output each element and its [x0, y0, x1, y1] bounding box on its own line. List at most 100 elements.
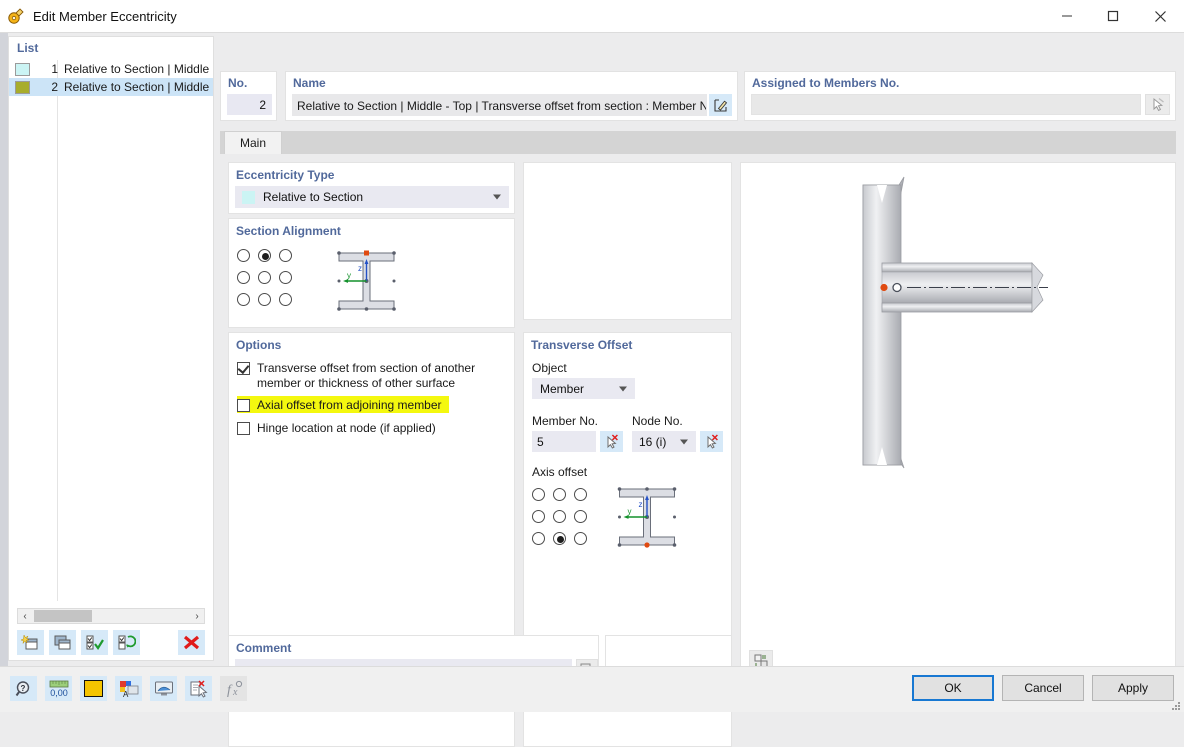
- list-toolbar: [17, 628, 205, 656]
- maximize-button[interactable]: [1090, 0, 1136, 32]
- section-alignment-preview: z y: [329, 245, 404, 328]
- list-rows: 1 Relative to Section | Middle - To 2 Re…: [9, 60, 213, 601]
- member-pick-cursor-icon[interactable]: [600, 431, 623, 452]
- window-title: Edit Member Eccentricity: [33, 8, 177, 24]
- section-alignment-radio-r1c3[interactable]: [279, 249, 292, 262]
- svg-text:0,00: 0,00: [50, 688, 68, 698]
- option-transverse-offset-label: Transverse offset from section of anothe…: [257, 361, 476, 390]
- list-item-number: 1: [51, 62, 58, 76]
- scroll-left-icon[interactable]: ‹: [18, 611, 32, 622]
- pick-cursor-icon[interactable]: [1145, 94, 1170, 115]
- bottom-toolbar: ? 0,00 A f x: [10, 676, 247, 701]
- dialog-buttons: OK Cancel Apply: [912, 675, 1174, 701]
- axis-offset-radio-grid[interactable]: [532, 488, 595, 554]
- member-no-input[interactable]: 5: [532, 431, 596, 452]
- axis-offset-radio-r3c3[interactable]: [574, 532, 587, 545]
- option-hinge-location[interactable]: Hinge location at node (if applied): [237, 419, 497, 436]
- ok-button[interactable]: OK: [912, 675, 994, 701]
- tab-main[interactable]: Main: [224, 131, 282, 154]
- section-alignment-panel: Section Alignment z y: [228, 218, 515, 328]
- assigned-members-input[interactable]: [751, 94, 1141, 115]
- eccentricity-type-label: Eccentricity Type: [236, 168, 335, 182]
- eccentricity-type-select[interactable]: Relative to Section: [235, 186, 509, 208]
- color-swatch-icon[interactable]: [80, 676, 107, 701]
- list-horizontal-scrollbar[interactable]: ‹ ›: [17, 608, 205, 624]
- view-monitor-icon[interactable]: [150, 676, 177, 701]
- chevron-down-icon: [493, 194, 501, 200]
- axis-offset-radio-r2c3[interactable]: [574, 510, 587, 523]
- section-alignment-label: Section Alignment: [236, 224, 341, 238]
- cancel-button-label: Cancel: [1024, 681, 1062, 695]
- scrollbar-thumb[interactable]: [34, 610, 92, 622]
- apply-button-label: Apply: [1117, 681, 1149, 695]
- svg-text:?: ?: [20, 684, 25, 693]
- list-item-number: 2: [51, 80, 58, 94]
- name-label: Name: [293, 76, 326, 90]
- clear-selection-icon[interactable]: [185, 676, 212, 701]
- node-pick-cursor-icon[interactable]: [700, 431, 723, 452]
- section-alignment-radio-r1c1[interactable]: [237, 249, 250, 262]
- node-no-label: Node No.: [632, 414, 683, 428]
- minimize-button[interactable]: [1044, 0, 1090, 32]
- section-alignment-radio-r2c1[interactable]: [237, 271, 250, 284]
- new-eccentricity-button[interactable]: [17, 629, 44, 655]
- node-no-select[interactable]: 16 (i): [632, 431, 696, 452]
- list-item[interactable]: 1 Relative to Section | Middle - To: [9, 60, 213, 78]
- svg-text:x: x: [232, 687, 238, 698]
- scroll-right-icon[interactable]: ›: [190, 611, 204, 622]
- assigned-members-block: Assigned to Members No.: [744, 71, 1176, 121]
- transverse-offset-label: Transverse Offset: [531, 338, 633, 352]
- chevron-down-icon: [680, 439, 688, 444]
- eccentricity-type-value: Relative to Section: [263, 190, 364, 204]
- axis-offset-radio-r2c1[interactable]: [532, 510, 545, 523]
- option-transverse-offset[interactable]: Transverse offset from section of anothe…: [237, 361, 507, 391]
- edit-pencil-icon[interactable]: [709, 94, 732, 116]
- copy-eccentricity-button[interactable]: [49, 629, 76, 655]
- help-magnifier-icon[interactable]: ?: [10, 676, 37, 701]
- axis-offset-radio-r1c3[interactable]: [574, 488, 587, 501]
- section-alignment-radio-r2c3[interactable]: [279, 271, 292, 284]
- checkbox-icon[interactable]: [237, 398, 250, 412]
- window-left-edge: [0, 33, 8, 712]
- resize-grip[interactable]: [1171, 700, 1181, 710]
- number-value: 2: [227, 94, 272, 115]
- section-alignment-radio-r3c1[interactable]: [237, 293, 250, 306]
- section-alignment-radio-r1c2[interactable]: [258, 249, 271, 262]
- cancel-button[interactable]: Cancel: [1002, 675, 1084, 701]
- close-button[interactable]: [1136, 0, 1184, 32]
- section-alignment-radio-r2c2[interactable]: [258, 271, 271, 284]
- ok-button-label: OK: [944, 681, 962, 695]
- number-block: No. 2: [220, 71, 277, 121]
- display-properties-icon[interactable]: A: [115, 676, 142, 701]
- member-no-label: Member No.: [532, 414, 599, 428]
- select-all-button[interactable]: [81, 629, 108, 655]
- delete-eccentricity-button[interactable]: [178, 629, 205, 655]
- function-fx-icon[interactable]: f x: [220, 676, 247, 701]
- section-alignment-radio-r3c3[interactable]: [279, 293, 292, 306]
- main-content: Eccentricity Type Relative to Section Se…: [220, 154, 1176, 747]
- axis-offset-label: Axis offset: [532, 465, 588, 479]
- option-hinge-location-label: Hinge location at node (if applied): [257, 420, 436, 435]
- axis-offset-radio-r2c2[interactable]: [553, 510, 566, 523]
- option-axial-offset[interactable]: Axial offset from adjoining member: [237, 396, 449, 413]
- invert-selection-button[interactable]: [113, 629, 140, 655]
- checkbox-checked-icon[interactable]: [237, 362, 250, 375]
- section-alignment-radio-r3c2[interactable]: [258, 293, 271, 306]
- axis-offset-radio-r1c1[interactable]: [532, 488, 545, 501]
- axis-offset-radio-r3c1[interactable]: [532, 532, 545, 545]
- list-item[interactable]: 2 Relative to Section | Middle - To: [9, 78, 213, 96]
- member-eccentricity-icon: [7, 7, 25, 25]
- color-swatch: [15, 62, 30, 76]
- chevron-down-icon: [619, 386, 627, 391]
- section-alignment-radio-grid[interactable]: [237, 249, 300, 315]
- list-item-label: Relative to Section | Middle - To: [64, 62, 213, 76]
- units-0-00-icon[interactable]: 0,00: [45, 676, 72, 701]
- svg-text:z: z: [639, 500, 643, 509]
- axis-offset-radio-r1c2[interactable]: [553, 488, 566, 501]
- name-input[interactable]: Relative to Section | Middle - Top | Tra…: [292, 94, 707, 116]
- checkbox-icon[interactable]: [237, 421, 250, 435]
- number-label: No.: [228, 76, 248, 90]
- apply-button[interactable]: Apply: [1092, 675, 1174, 701]
- axis-offset-radio-r3c2[interactable]: [553, 532, 566, 545]
- object-select[interactable]: Member: [532, 378, 635, 399]
